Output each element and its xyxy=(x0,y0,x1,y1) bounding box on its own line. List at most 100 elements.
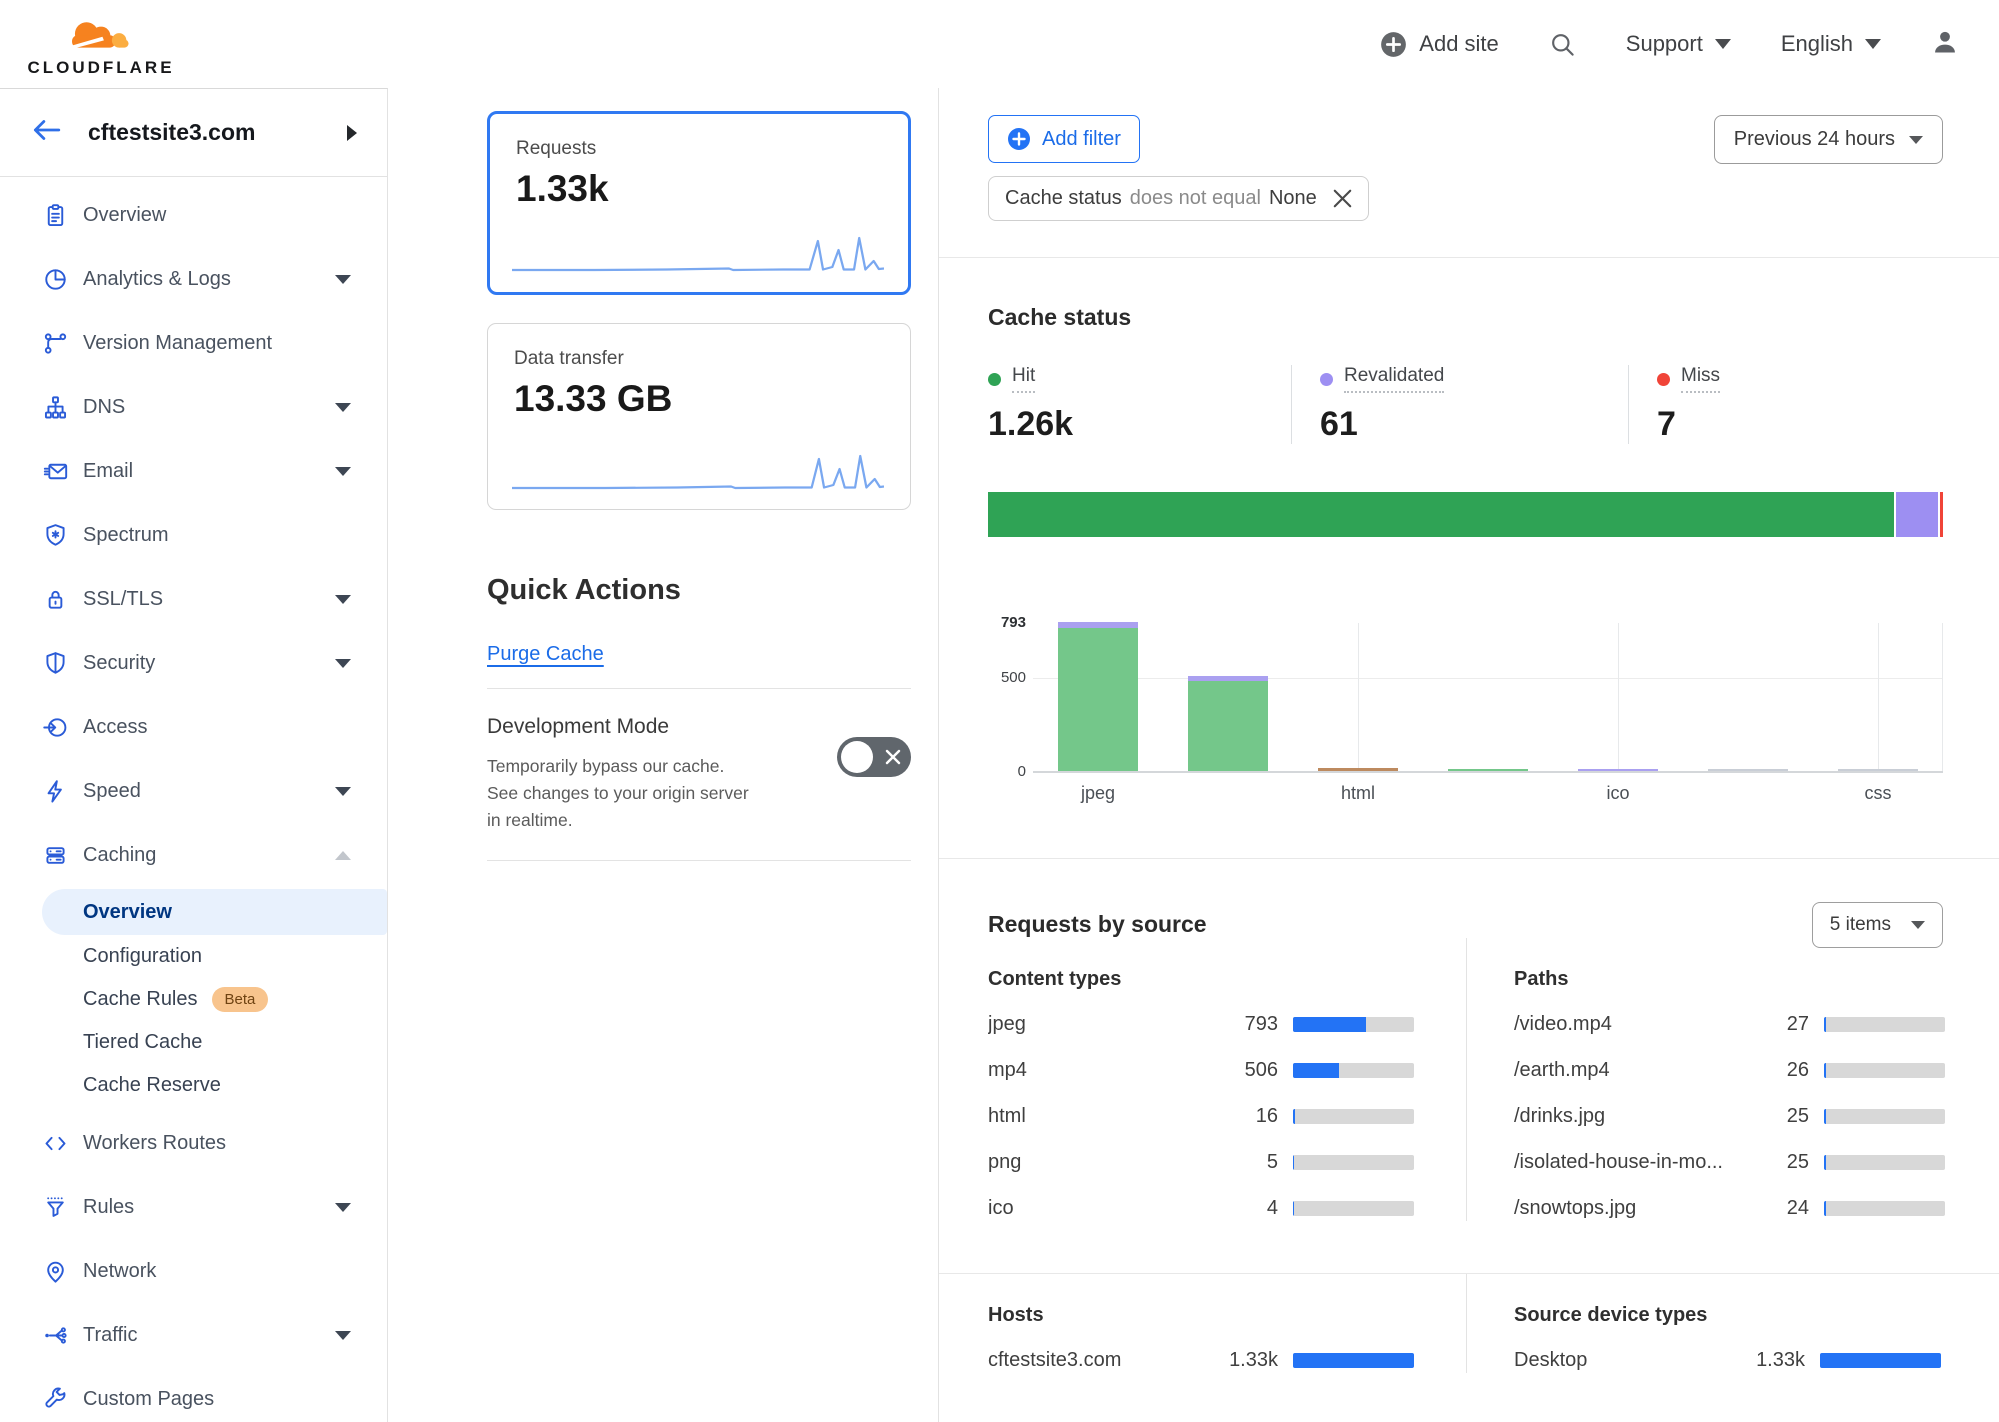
list-item-label: html xyxy=(988,1105,1192,1128)
sidebar-item-email[interactable]: Email xyxy=(0,439,387,503)
list-item-value: 5 xyxy=(1192,1151,1278,1174)
list-item[interactable]: /drinks.jpg25 xyxy=(1514,1103,1945,1129)
legend-dot xyxy=(988,373,1001,386)
chevron-down-icon xyxy=(1909,136,1923,144)
list-item-label: /isolated-house-in-mo... xyxy=(1514,1151,1723,1174)
sidebar-item-label: Spectrum xyxy=(83,524,387,547)
data-transfer-card-label: Data transfer xyxy=(514,348,884,370)
list-item-label: /video.mp4 xyxy=(1514,1013,1723,1036)
time-range-dropdown[interactable]: Previous 24 hours xyxy=(1714,115,1943,164)
filter-value: None xyxy=(1269,187,1317,210)
sidebar-item-ssl-tls[interactable]: SSL/TLS xyxy=(0,567,387,631)
list-item[interactable]: ico4 xyxy=(988,1195,1414,1221)
chart-bar-unlabeled-5[interactable] xyxy=(1708,769,1789,771)
chevron-down-icon xyxy=(335,659,351,668)
data-transfer-card[interactable]: Data transfer 13.33 GB xyxy=(487,323,911,510)
cache-status-bar-chart: 7935000jpeghtmlicocss xyxy=(988,623,1943,806)
chart-bar-html[interactable] xyxy=(1318,768,1399,771)
list-item[interactable]: png5 xyxy=(988,1149,1414,1175)
list-item-value: 1.33k xyxy=(1192,1349,1278,1372)
y-axis-tick: 500 xyxy=(988,669,1026,686)
code-brackets-icon xyxy=(42,1130,69,1157)
development-mode-toggle[interactable] xyxy=(837,737,911,777)
divider xyxy=(939,858,1999,859)
list-item-label: Desktop xyxy=(1514,1349,1719,1372)
sidebar-item-rules[interactable]: Rules xyxy=(0,1175,387,1239)
sidebar-item-traffic[interactable]: Traffic xyxy=(0,1303,387,1367)
list-item[interactable]: html16 xyxy=(988,1103,1414,1129)
sidebar-subitem-tiered-cache[interactable]: Tiered Cache xyxy=(0,1021,387,1064)
list-item-meter xyxy=(1293,1109,1414,1124)
remove-filter-icon[interactable] xyxy=(1333,189,1352,208)
list-item-label: /earth.mp4 xyxy=(1514,1059,1723,1082)
cloudflare-logo[interactable]: CLOUDFLARE xyxy=(26,15,176,78)
list-item-meter xyxy=(1293,1353,1414,1368)
list-item-value: 25 xyxy=(1723,1151,1809,1174)
list-item[interactable]: cftestsite3.com1.33k xyxy=(988,1347,1414,1373)
search-icon[interactable] xyxy=(1549,31,1576,58)
language-menu[interactable]: English xyxy=(1781,31,1881,57)
sidebar-item-spectrum[interactable]: Spectrum xyxy=(0,503,387,567)
sidebar-subitem-cache-rules[interactable]: Cache RulesBeta xyxy=(0,978,387,1021)
sidebar-item-overview[interactable]: Overview xyxy=(0,183,387,247)
sidebar-item-custom-pages[interactable]: Custom Pages xyxy=(0,1367,387,1422)
sidebar-item-caching[interactable]: Caching xyxy=(0,823,387,887)
sidebar-subitem-cache-reserve[interactable]: Cache Reserve xyxy=(0,1064,387,1107)
sidebar-item-label: Speed xyxy=(83,780,335,803)
sidebar-item-version-management[interactable]: Version Management xyxy=(0,311,387,375)
filter-field: Cache status xyxy=(1005,187,1122,210)
x-axis-label: html xyxy=(1293,783,1423,804)
add-site-button[interactable]: Add site xyxy=(1380,31,1499,58)
host-lists: Hostscftestsite3.com1.33k Source device … xyxy=(988,1274,1943,1373)
cloudflare-cloud-icon xyxy=(53,15,149,57)
items-count-dropdown[interactable]: 5 items xyxy=(1812,902,1943,948)
bar-segment-hit xyxy=(1058,628,1139,771)
development-mode-description: Temporarily bypass our cache. See change… xyxy=(487,753,755,834)
chart-bar-unlabeled-1[interactable] xyxy=(1188,676,1269,771)
sidebar-subitem-overview[interactable]: Overview xyxy=(42,889,387,935)
sidebar-item-speed[interactable]: Speed xyxy=(0,759,387,823)
sidebar-item-workers-routes[interactable]: Workers Routes xyxy=(0,1111,387,1175)
add-filter-button[interactable]: Add filter xyxy=(988,115,1140,163)
sidebar-item-access[interactable]: Access xyxy=(0,695,387,759)
bar-segment-hit xyxy=(1188,681,1269,771)
sidebar-item-label: Custom Pages xyxy=(83,1388,387,1411)
chevron-right-icon[interactable] xyxy=(347,125,357,141)
list-item[interactable]: Desktop1.33k xyxy=(1514,1347,1941,1373)
back-arrow-icon[interactable] xyxy=(30,117,62,148)
email-icon xyxy=(42,458,69,485)
add-filter-label: Add filter xyxy=(1042,128,1121,151)
list-item[interactable]: /earth.mp426 xyxy=(1514,1057,1945,1083)
list-item[interactable]: jpeg793 xyxy=(988,1011,1414,1037)
list-item-value: 793 xyxy=(1192,1013,1278,1036)
chart-bar-jpeg[interactable] xyxy=(1058,622,1139,771)
cache-status-stat-miss[interactable]: Miss7 xyxy=(1628,365,1943,444)
items-count-label: 5 items xyxy=(1830,914,1891,936)
sidebar-item-analytics-logs[interactable]: Analytics & Logs xyxy=(0,247,387,311)
sidebar-item-label: Security xyxy=(83,652,335,675)
requests-card[interactable]: Requests 1.33k xyxy=(487,111,911,295)
sidebar-item-dns[interactable]: DNS xyxy=(0,375,387,439)
cache-status-stat-revalidated[interactable]: Revalidated61 xyxy=(1291,365,1628,444)
list-item[interactable]: /isolated-house-in-mo...25 xyxy=(1514,1149,1945,1175)
sidebar-item-label: Overview xyxy=(83,204,387,227)
sidebar-item-network[interactable]: Network xyxy=(0,1239,387,1303)
chevron-down-icon xyxy=(1715,39,1731,49)
chart-bar-unlabeled-3[interactable] xyxy=(1448,769,1529,771)
list-item[interactable]: mp4506 xyxy=(988,1057,1414,1083)
user-avatar-icon[interactable] xyxy=(1931,28,1959,61)
chart-bar-ico[interactable] xyxy=(1578,769,1659,771)
chart-bar-css[interactable] xyxy=(1838,769,1919,771)
sidebar-nav: Overview Analytics & LogsVersion Manageme… xyxy=(0,177,387,1422)
data-transfer-card-value: 13.33 GB xyxy=(514,378,884,420)
sidebar-item-security[interactable]: Security xyxy=(0,631,387,695)
list-item[interactable]: /video.mp427 xyxy=(1514,1011,1945,1037)
list-item[interactable]: /snowtops.jpg24 xyxy=(1514,1195,1945,1221)
sidebar-subitem-configuration[interactable]: Configuration xyxy=(0,935,387,978)
support-menu[interactable]: Support xyxy=(1626,31,1731,57)
cache-status-stat-hit[interactable]: Hit1.26k xyxy=(988,365,1291,444)
purge-cache-link[interactable]: Purge Cache xyxy=(487,643,604,666)
chevron-down-icon xyxy=(335,1203,351,1212)
x-axis-label: ico xyxy=(1553,783,1683,804)
filter-chip[interactable]: Cache status does not equal None xyxy=(988,176,1369,221)
